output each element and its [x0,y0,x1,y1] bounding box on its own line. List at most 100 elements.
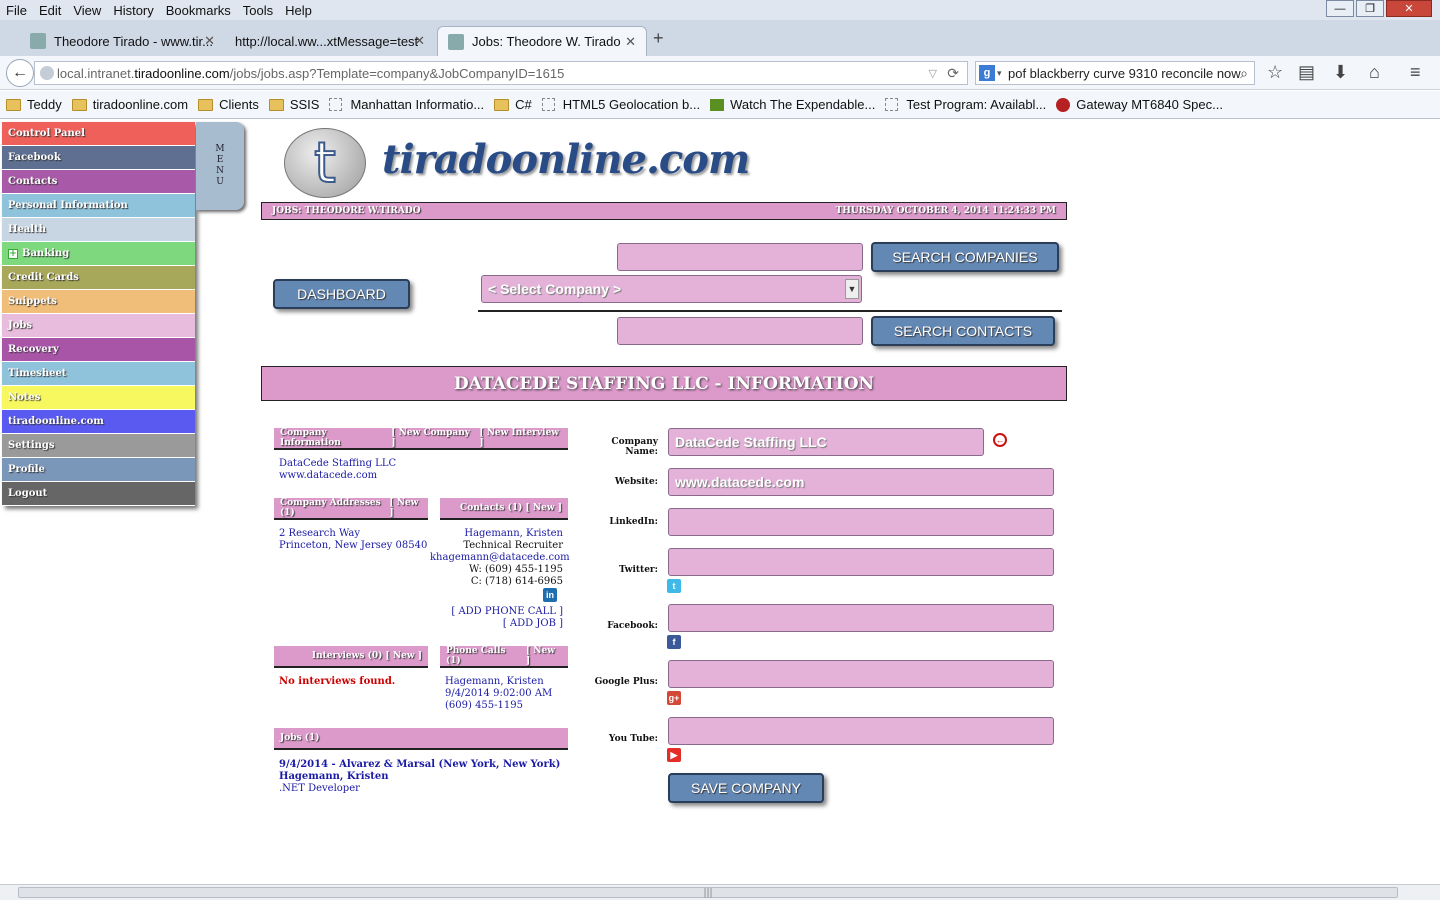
add-phone-call-link[interactable]: [ ADD PHONE CALL ] [440,606,563,618]
search-engine-dropdown-icon[interactable]: ▾ [997,68,1002,79]
horizontal-scrollbar[interactable]: ||| [0,884,1440,900]
company-website-link[interactable]: www.datacede.com [279,470,377,482]
save-company-button[interactable]: SAVE COMPANY [668,773,824,803]
contact-search-input[interactable] [617,317,863,345]
company-name-field[interactable]: DataCede Staffing LLC [668,428,984,456]
url-dropdown-icon[interactable]: ▽ [929,67,937,80]
bookmark-test-program[interactable]: Test Program: Availabl... [885,97,1046,112]
search-bar[interactable]: g ▾ pof blackberry curve 9310 reconcile … [975,61,1255,85]
home-icon[interactable]: ⌂ [1369,62,1380,83]
facebook-icon[interactable]: f [667,635,681,649]
dashboard-button[interactable]: DASHBOARD [273,279,410,309]
back-circle-icon[interactable]: ← [993,433,1007,447]
sidebar-item-control-panel[interactable]: Control Panel [2,122,195,146]
phone-call-contact[interactable]: Hagemann, Kristen [445,676,544,688]
bookmark-expendables[interactable]: Watch The Expendable... [710,97,875,112]
sidebar-item-notes[interactable]: Notes [2,386,195,410]
search-contacts-button[interactable]: SEARCH CONTACTS [871,316,1055,346]
plus-icon[interactable]: + [8,248,18,259]
menu-bookmarks[interactable]: Bookmarks [160,3,237,18]
menu-toggle-tab[interactable]: M E N U [196,122,244,210]
menu-edit[interactable]: Edit [33,3,67,18]
menu-file[interactable]: File [0,3,33,18]
contact-name-link[interactable]: Hagemann, Kristen [440,528,563,540]
downloads-icon[interactable]: ⬇ [1333,62,1348,83]
phone-call-datetime[interactable]: 9/4/2014 9:02:00 AM [445,688,552,700]
twitter-field[interactable] [668,548,1054,576]
linkedin-icon[interactable]: in [543,588,557,602]
google-plus-field[interactable] [668,660,1054,688]
bookmark-csharp[interactable]: C# [494,97,532,112]
bookmark-tiradoonline[interactable]: tiradoonline.com [71,97,188,112]
menu-history[interactable]: History [107,3,159,18]
bookmark-star-icon[interactable]: ☆ [1267,62,1283,83]
contact-email-link[interactable]: khagemann@datacede.com [430,552,570,564]
twitter-icon[interactable]: t [667,579,681,593]
add-job-link[interactable]: [ ADD JOB ] [440,618,563,630]
company-select[interactable]: < Select Company > ▼ [481,275,862,303]
sidebar-item-credit-cards[interactable]: Credit Cards [2,266,195,290]
minimize-button[interactable]: — [1326,0,1354,17]
maximize-button[interactable]: ❐ [1356,0,1384,17]
youtube-field[interactable] [668,717,1054,745]
search-icon[interactable]: ⌕ [1240,65,1248,82]
bookmark-manhattan[interactable]: Manhattan Informatio... [329,97,484,112]
sidebar-item-facebook[interactable]: Facebook [2,146,195,170]
google-icon[interactable]: g [979,65,995,81]
sidebar-item-profile[interactable]: Profile [2,458,195,482]
tab-theodore-tirado[interactable]: Theodore Tirado - www.tir... ✕ [20,26,225,56]
bookmark-teddy[interactable]: Teddy [6,97,62,112]
new-tab-icon[interactable]: + [653,28,664,49]
scrollbar-thumb[interactable]: ||| [18,887,1398,898]
close-tab-icon[interactable]: ✕ [204,33,215,49]
sidebar-item-health[interactable]: Health [2,218,195,242]
sidebar-item-recovery[interactable]: Recovery [2,338,195,362]
google-plus-icon[interactable]: g+ [667,691,681,705]
sidebar-item-banking[interactable]: + Banking [2,242,195,266]
linkedin-field[interactable] [668,508,1054,536]
close-window-button[interactable]: ✕ [1386,0,1432,17]
close-tab-icon[interactable]: ✕ [625,34,636,50]
address-line2[interactable]: Princeton, New Jersey 08540 [279,540,427,552]
url-bar[interactable]: local.intranet. tiradoonline.com/jobs/job… [34,61,968,85]
address-line1[interactable]: 2 Research Way [279,528,360,540]
youtube-icon[interactable]: ▶ [667,748,681,762]
sidebar-item-jobs[interactable]: Jobs [2,314,195,338]
sidebar-item-timesheet[interactable]: Timesheet [2,362,195,386]
bookmark-ssis[interactable]: SSIS [268,97,319,112]
sidebar-item-tiradoonline-com[interactable]: tiradoonline.com [2,410,195,434]
site-logo[interactable]: t tiradoonline.com [268,126,750,198]
sidebar-item-snippets[interactable]: Snippets [2,290,195,314]
search-companies-button[interactable]: SEARCH COMPANIES [871,242,1059,272]
website-field[interactable]: www.datacede.com [668,468,1054,496]
tab-jobs[interactable]: Jobs: Theodore W. Tirado ✕ [437,26,647,56]
job-contact[interactable]: Hagemann, Kristen [279,771,389,783]
bookmarks-list-icon[interactable]: ▤ [1298,62,1315,83]
new-interview-link[interactable]: [ New Interview ] [479,428,562,448]
menu-view[interactable]: View [67,3,107,18]
menu-tools[interactable]: Tools [237,3,279,18]
sidebar-item-logout[interactable]: Logout [2,482,195,506]
new-company-link[interactable]: [ New Company ] [391,428,473,448]
facebook-field[interactable] [668,604,1054,632]
bookmark-clients[interactable]: Clients [198,97,259,112]
new-address-link[interactable]: [ New ] [389,498,422,518]
company-search-input[interactable] [617,243,863,271]
search-input[interactable]: pof blackberry curve 9310 reconcile now [1008,66,1241,81]
job-title[interactable]: .NET Developer [279,783,360,795]
bookmark-gateway[interactable]: Gateway MT6840 Spec... [1056,97,1223,112]
tab-local[interactable]: http://local.ww...xtMessage=test ✕ [225,26,435,56]
sidebar-item-personal-information[interactable]: Personal Information [2,194,195,218]
close-tab-icon[interactable]: ✕ [414,33,425,49]
new-contact-link[interactable]: [ New ] [526,503,562,513]
back-arrow-icon[interactable]: ← [6,59,34,87]
sidebar-item-contacts[interactable]: Contacts [2,170,195,194]
hamburger-menu-icon[interactable]: ≡ [1410,62,1421,83]
chevron-down-icon[interactable]: ▼ [845,279,859,299]
reload-icon[interactable]: ⟳ [947,65,959,82]
phone-call-number[interactable]: (609) 455-1195 [445,700,523,712]
new-interview-section-link[interactable]: [ New ] [386,651,422,661]
sidebar-item-settings[interactable]: Settings [2,434,195,458]
bookmark-html5[interactable]: HTML5 Geolocation b... [541,97,700,112]
job-line1[interactable]: 9/4/2014 - Alvarez & Marsal (New York, N… [279,759,560,771]
